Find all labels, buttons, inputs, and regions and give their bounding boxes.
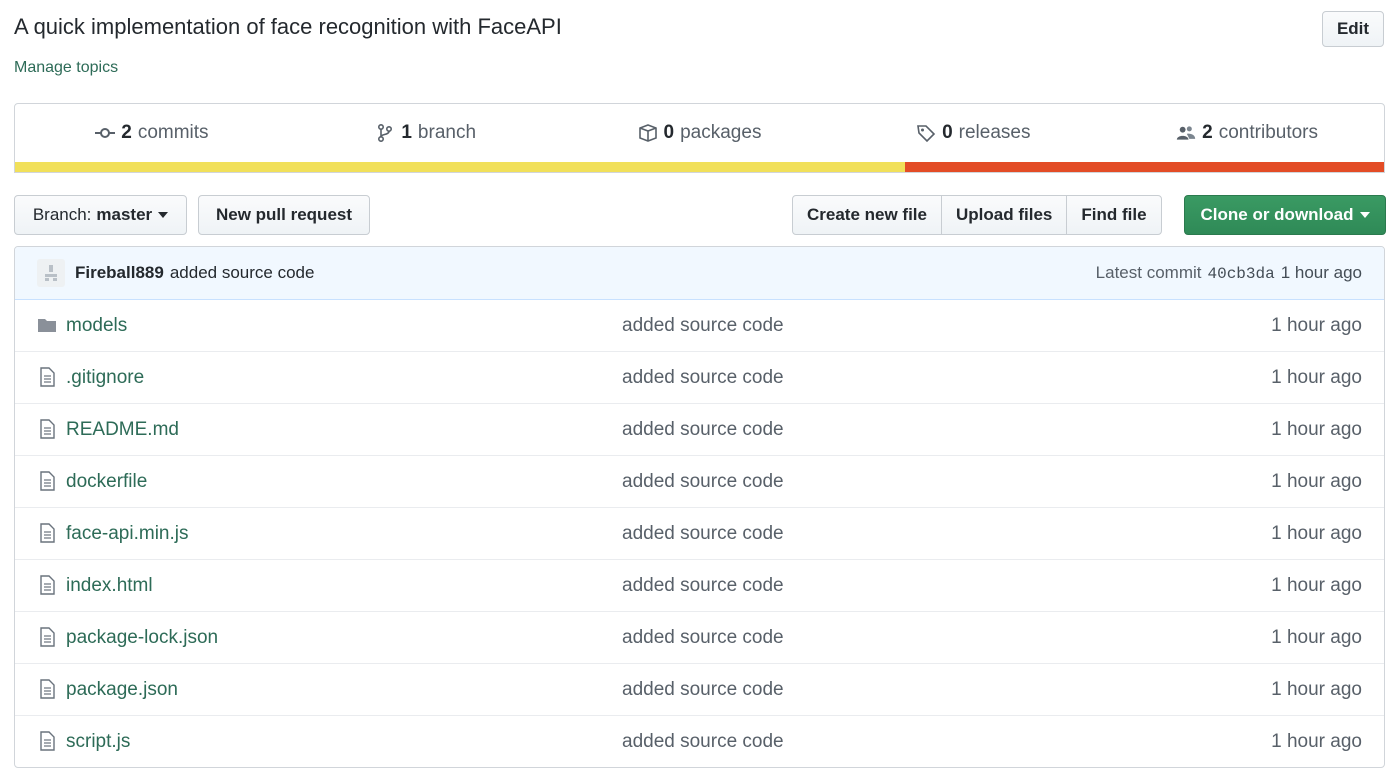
commit-sha-link[interactable]: 40cb3da xyxy=(1207,265,1274,283)
language-bar[interactable] xyxy=(15,162,1384,172)
file-age: 1 hour ago xyxy=(1271,314,1362,336)
file-age: 1 hour ago xyxy=(1271,626,1362,648)
commit-message-link[interactable]: added source code xyxy=(170,263,315,283)
branch-prefix: Branch: xyxy=(32,205,92,224)
file-commit-message-link[interactable]: added source code xyxy=(622,679,784,701)
commit-age: 1 hour ago xyxy=(1280,263,1362,282)
file-name-link[interactable]: dockerfile xyxy=(66,471,147,493)
avatar-identicon-icon xyxy=(45,265,57,281)
file-row: README.md added source code 1 hour ago xyxy=(15,403,1384,455)
file-list: Fireball889 added source code Latest com… xyxy=(14,246,1385,768)
file-row: package.json added source code 1 hour ago xyxy=(15,663,1384,715)
contributors-link[interactable]: 2 contributors xyxy=(1110,122,1384,144)
file-icon xyxy=(37,471,57,491)
releases-label: releases xyxy=(958,122,1031,143)
new-pull-request-button[interactable]: New pull request xyxy=(198,195,370,235)
file-age: 1 hour ago xyxy=(1271,730,1362,752)
file-age: 1 hour ago xyxy=(1271,418,1362,440)
commits-label: commits xyxy=(137,122,209,143)
file-commit-message-link[interactable]: added source code xyxy=(622,523,784,545)
file-row: models added source code 1 hour ago xyxy=(15,300,1384,351)
latest-commit-label: Latest commit xyxy=(1095,263,1202,282)
file-age: 1 hour ago xyxy=(1271,470,1362,492)
packages-count: 0 xyxy=(663,122,675,143)
file-age: 1 hour ago xyxy=(1271,522,1362,544)
file-icon xyxy=(37,419,57,439)
commits-count: 2 xyxy=(121,122,132,143)
branch-name: master xyxy=(96,205,153,224)
caret-down-icon xyxy=(158,212,169,218)
commits-link[interactable]: 2 commits xyxy=(15,122,289,144)
releases-link[interactable]: 0 releases xyxy=(836,122,1110,144)
file-icon xyxy=(37,575,57,595)
tag-icon xyxy=(917,125,936,143)
file-actions-group: Create new file Upload files Find file xyxy=(792,195,1162,235)
file-commit-message-link[interactable]: added source code xyxy=(622,627,784,649)
file-icon xyxy=(37,367,57,387)
file-name-link[interactable]: models xyxy=(66,315,127,337)
folder-icon xyxy=(37,315,57,335)
caret-down-icon xyxy=(1359,212,1370,218)
file-name-link[interactable]: package.json xyxy=(66,679,178,701)
find-file-button[interactable]: Find file xyxy=(1066,195,1162,235)
file-row: package-lock.json added source code 1 hour… xyxy=(15,611,1384,663)
file-name-link[interactable]: face-api.min.js xyxy=(66,523,189,545)
avatar[interactable] xyxy=(37,259,65,287)
manage-topics-link[interactable]: Manage topics xyxy=(14,59,118,77)
file-commit-message-link[interactable]: added source code xyxy=(622,471,784,493)
file-commit-message-link[interactable]: added source code xyxy=(622,419,784,441)
clone-label: Clone or download xyxy=(1200,205,1354,224)
file-age: 1 hour ago xyxy=(1271,366,1362,388)
latest-commit-info: Latest commit 40cb3da 1 hour ago xyxy=(1096,263,1362,283)
edit-description-button[interactable]: Edit xyxy=(1322,11,1384,47)
commit-author-link[interactable]: Fireball889 xyxy=(75,263,164,283)
file-name-link[interactable]: package-lock.json xyxy=(66,627,218,649)
people-icon xyxy=(1176,126,1196,140)
repo-description: A quick implementation of face recogniti… xyxy=(14,14,562,39)
file-row: script.js added source code 1 hour ago xyxy=(15,715,1384,767)
file-icon xyxy=(37,731,57,751)
branch-icon xyxy=(378,123,393,143)
file-icon xyxy=(37,679,57,699)
branches-count: 1 xyxy=(401,122,412,143)
file-age: 1 hour ago xyxy=(1271,678,1362,700)
file-icon xyxy=(37,523,57,543)
packages-label: packages xyxy=(680,122,762,143)
latest-commit-bar: Fireball889 added source code Latest com… xyxy=(15,247,1384,300)
file-row: face-api.min.js added source code 1 hour a… xyxy=(15,507,1384,559)
contributors-label: contributors xyxy=(1218,122,1319,143)
branch-select-button[interactable]: Branch: master xyxy=(14,195,187,235)
repo-summary: 2 commits 1 branch 0 packages 0 releases… xyxy=(14,103,1385,173)
package-icon xyxy=(638,124,657,142)
clone-download-button[interactable]: Clone or download xyxy=(1184,195,1386,235)
language-segment-html[interactable] xyxy=(904,162,1384,172)
file-commit-message-link[interactable]: added source code xyxy=(622,367,784,389)
language-segment-javascript[interactable] xyxy=(15,162,905,172)
file-age: 1 hour ago xyxy=(1271,574,1362,596)
create-new-file-button[interactable]: Create new file xyxy=(792,195,942,235)
file-commit-message-link[interactable]: added source code xyxy=(622,575,784,597)
file-row: dockerfile added source code 1 hour ago xyxy=(15,455,1384,507)
file-name-link[interactable]: script.js xyxy=(66,731,130,753)
file-icon xyxy=(37,627,57,647)
file-row: index.html added source code 1 hour ago xyxy=(15,559,1384,611)
file-row: .gitignore added source code 1 hour ago xyxy=(15,351,1384,403)
commit-icon xyxy=(95,128,116,138)
file-commit-message-link[interactable]: added source code xyxy=(622,315,784,337)
file-name-link[interactable]: .gitignore xyxy=(66,367,144,389)
file-name-link[interactable]: README.md xyxy=(66,419,179,441)
releases-count: 0 xyxy=(942,122,953,143)
branches-link[interactable]: 1 branch xyxy=(289,122,563,144)
upload-files-button[interactable]: Upload files xyxy=(941,195,1068,235)
file-name-link[interactable]: index.html xyxy=(66,575,153,597)
branches-label: branch xyxy=(417,122,477,143)
packages-link[interactable]: 0 packages xyxy=(563,122,837,144)
file-commit-message-link[interactable]: added source code xyxy=(622,731,784,753)
contributors-count: 2 xyxy=(1202,122,1213,143)
